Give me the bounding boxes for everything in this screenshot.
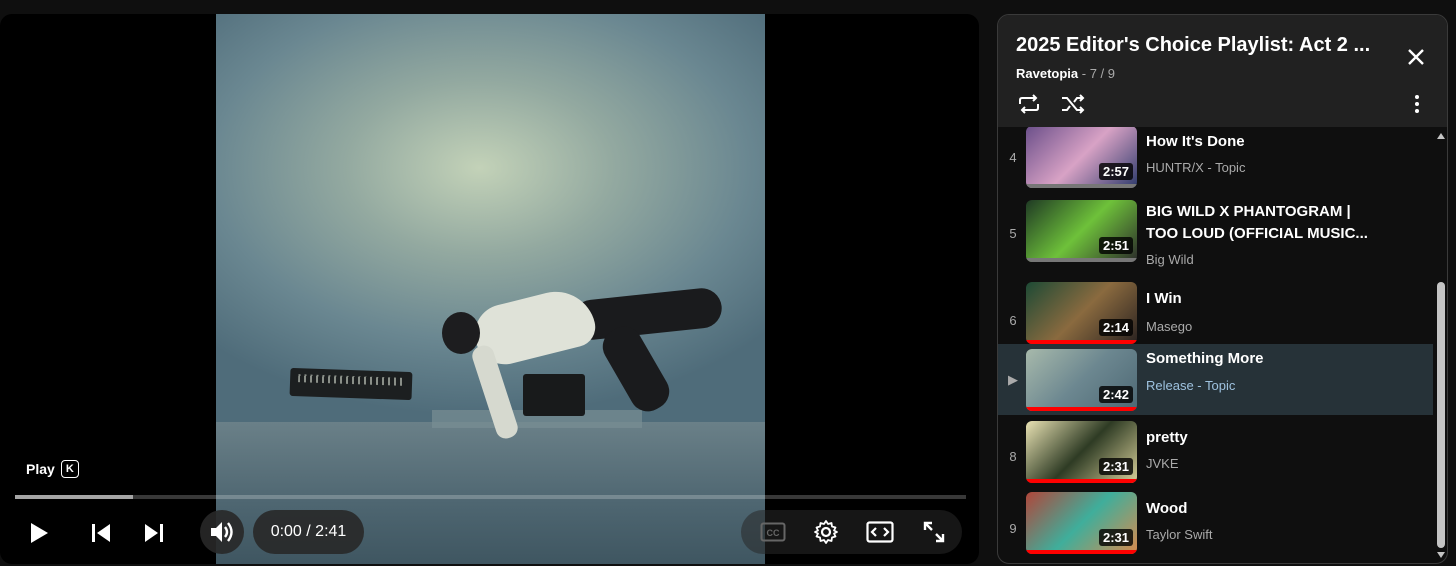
loop-icon xyxy=(1019,94,1039,114)
scroll-down-icon[interactable] xyxy=(1436,551,1446,559)
item-thumbnail: 2:42 xyxy=(1026,349,1137,411)
theater-mode-icon xyxy=(866,521,894,543)
playlist-subtitle: Ravetopia - 7 / 9 xyxy=(1016,66,1115,81)
scrollbar-thumb[interactable] xyxy=(1437,282,1445,548)
watch-progress xyxy=(1026,407,1137,411)
item-index: 4 xyxy=(1009,150,1017,165)
fullscreen-button[interactable] xyxy=(917,515,951,549)
play-icon xyxy=(31,523,48,543)
item-duration: 2:14 xyxy=(1098,319,1133,336)
play-tooltip-label: Play xyxy=(26,461,55,477)
play-button[interactable] xyxy=(22,516,56,550)
playlist-item-active[interactable]: ▶ 2:42 Something More Release - Topic xyxy=(998,344,1433,415)
item-thumbnail: 2:57 xyxy=(1026,127,1137,188)
playlist-more-button[interactable] xyxy=(1402,89,1432,119)
play-tooltip: Play K xyxy=(26,460,79,478)
progress-loaded xyxy=(15,495,133,499)
play-tooltip-key: K xyxy=(60,460,79,478)
item-title: Something More xyxy=(1146,350,1264,367)
progress-bar[interactable] xyxy=(15,495,966,499)
previous-icon xyxy=(92,524,110,542)
shuffle-button[interactable] xyxy=(1056,89,1090,119)
watch-progress xyxy=(1026,479,1137,483)
item-index: 8 xyxy=(1009,449,1017,464)
playlist-title[interactable]: 2025 Editor's Choice Playlist: Act 2 ... xyxy=(1016,34,1370,57)
item-index: 5 xyxy=(1009,226,1017,241)
close-icon xyxy=(1408,49,1424,65)
settings-button[interactable] xyxy=(809,515,843,549)
loop-button[interactable] xyxy=(1012,89,1046,119)
item-channel: Taylor Swift xyxy=(1146,527,1213,542)
item-thumbnail: 2:31 xyxy=(1026,421,1137,483)
item-thumbnail: 2:51 xyxy=(1026,200,1137,262)
playlist-item[interactable]: 8 2:31 pretty JVKE xyxy=(998,421,1433,492)
playlist-position: - 7 / 9 xyxy=(1078,66,1115,81)
video-frame[interactable] xyxy=(216,14,765,564)
item-channel: Release - Topic xyxy=(1146,378,1236,393)
item-duration: 2:51 xyxy=(1098,237,1133,254)
item-channel: HUNTR/X - Topic xyxy=(1146,160,1246,175)
playlist-items: 4 2:57 How It's Done HUNTR/X - Topic 5 2… xyxy=(998,127,1433,563)
video-player[interactable]: Play K 0:00 / 2:41 CC xyxy=(0,14,979,564)
scene-synthesizer xyxy=(289,367,413,401)
item-thumbnail: 2:31 xyxy=(1026,492,1137,554)
close-playlist-button[interactable] xyxy=(1398,39,1434,75)
playlist-owner[interactable]: Ravetopia xyxy=(1016,66,1078,81)
item-channel: Big Wild xyxy=(1146,252,1194,267)
next-icon xyxy=(145,524,163,542)
playlist-item[interactable]: 4 2:57 How It's Done HUNTR/X - Topic xyxy=(998,127,1433,189)
captions-button[interactable]: CC xyxy=(756,515,790,549)
item-thumbnail: 2:14 xyxy=(1026,282,1137,344)
playlist-item[interactable]: 6 2:14 I Win Masego xyxy=(998,277,1433,348)
next-button[interactable] xyxy=(137,516,171,550)
scroll-up-icon[interactable] xyxy=(1436,132,1446,140)
scene-figure-head xyxy=(442,312,480,354)
item-title: How It's Done xyxy=(1146,133,1245,150)
watch-progress xyxy=(1026,258,1137,262)
playlist-scrollbar[interactable] xyxy=(1434,127,1447,563)
previous-button[interactable] xyxy=(84,516,118,550)
playlist-item[interactable]: 5 2:51 BIG WILD X PHANTOGRAM | TOO LOUD … xyxy=(998,200,1433,271)
playlist-item[interactable]: 9 2:31 Wood Taylor Swift xyxy=(998,492,1433,563)
item-title: BIG WILD X PHANTOGRAM | TOO LOUD (OFFICI… xyxy=(1146,203,1368,242)
scene-figure-leg xyxy=(596,320,676,418)
more-vert-icon xyxy=(1415,95,1419,113)
item-title: I Win xyxy=(1146,290,1182,307)
playlist-header: 2025 Editor's Choice Playlist: Act 2 ...… xyxy=(998,15,1447,127)
item-channel: Masego xyxy=(1146,319,1193,334)
time-display: 0:00 / 2:41 xyxy=(253,510,364,554)
settings-icon xyxy=(814,520,838,544)
mute-button[interactable] xyxy=(205,515,239,549)
playlist-panel: 2025 Editor's Choice Playlist: Act 2 ...… xyxy=(997,14,1448,564)
item-index: 6 xyxy=(1009,313,1017,328)
watch-progress xyxy=(1026,184,1137,188)
item-duration: 2:31 xyxy=(1098,458,1133,475)
volume-icon xyxy=(211,522,233,542)
watch-progress xyxy=(1026,550,1137,554)
item-title: pretty xyxy=(1146,429,1188,446)
item-duration: 2:42 xyxy=(1098,386,1133,403)
now-playing-icon: ▶ xyxy=(1008,372,1018,387)
item-duration: 2:31 xyxy=(1098,529,1133,546)
item-duration: 2:57 xyxy=(1098,163,1133,180)
theater-mode-button[interactable] xyxy=(863,515,897,549)
svg-text:CC: CC xyxy=(767,528,780,538)
fullscreen-icon xyxy=(923,521,945,543)
item-title: Wood xyxy=(1146,500,1188,517)
item-channel: JVKE xyxy=(1146,456,1179,471)
item-index: 9 xyxy=(1009,521,1017,536)
shuffle-icon xyxy=(1062,94,1085,114)
captions-icon: CC xyxy=(760,522,786,542)
scene-amplifier xyxy=(523,374,585,416)
